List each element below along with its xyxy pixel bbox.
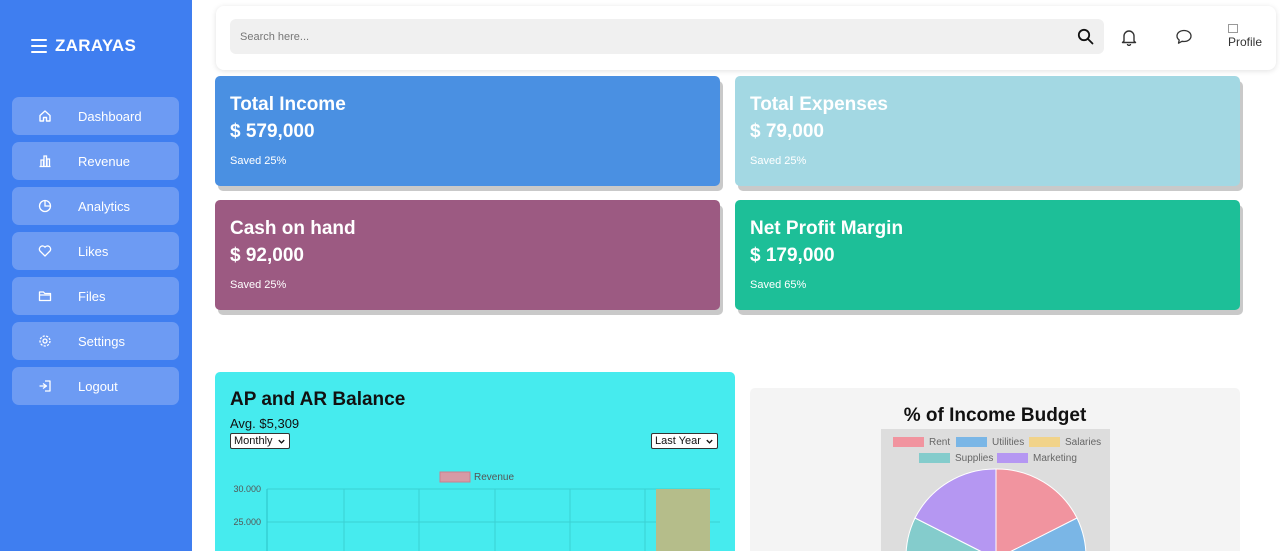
legend-label-revenue: Revenue [474, 472, 514, 483]
search-bar [230, 19, 1104, 54]
legend-swatch-utilities [956, 437, 987, 447]
broken-image-icon [1228, 24, 1238, 33]
hamburger-menu-icon[interactable] [31, 39, 47, 53]
sidebar-item-label: Dashboard [78, 108, 142, 124]
sidebar-item-analytics[interactable]: Analytics [12, 187, 179, 225]
legend-swatch-rent [893, 437, 924, 447]
pie-chart-icon [37, 198, 53, 214]
y-tick-label: 30.000 [233, 484, 261, 494]
legend-swatch-revenue [439, 471, 471, 483]
card-note: Saved 65% [750, 279, 807, 291]
legend-label-marketing: Marketing [1033, 453, 1077, 464]
sidebar-item-label: Likes [78, 243, 109, 259]
sidebar-item-logout[interactable]: Logout [12, 367, 179, 405]
folder-icon [37, 288, 53, 304]
bar-revenue [656, 489, 710, 551]
legend-label-supplies: Supplies [955, 453, 993, 464]
sidebar-item-label: Files [78, 288, 106, 304]
card-total-expenses: Total Expenses $ 79,000 Saved 25% [735, 76, 1240, 186]
search-input[interactable] [230, 19, 1050, 54]
brand: ZARAYAS [31, 36, 136, 56]
ap-ar-panel: AP and AR Balance Avg. $5,309 Monthly La… [215, 372, 735, 551]
card-note: Saved 25% [230, 155, 287, 167]
card-net-profit-margin: Net Profit Margin $ 179,000 Saved 65% [735, 200, 1240, 310]
sidebar: ZARAYAS Dashboard Revenue Analytics Like… [0, 0, 192, 551]
search-icon[interactable] [1077, 28, 1094, 45]
sidebar-item-dashboard[interactable]: Dashboard [12, 97, 179, 135]
income-budget-pie-chart: Rent Utilities Salaries Supplies Marketi… [881, 429, 1110, 551]
legend-label-rent: Rent [929, 437, 950, 448]
income-budget-panel: % of Income Budget Rent Utilities Salari… [750, 388, 1240, 551]
legend-label-utilities: Utilities [992, 437, 1024, 448]
gear-icon [37, 333, 53, 349]
revenue-bar-chart: Revenue 30.000 25.000 [233, 471, 720, 551]
bar-chart-icon [37, 153, 53, 169]
logout-icon [37, 378, 53, 394]
card-note: Saved 25% [750, 155, 807, 167]
card-cash-on-hand: Cash on hand $ 92,000 Saved 25% [215, 200, 720, 310]
panel-title: % of Income Budget [903, 405, 1087, 426]
card-title: Net Profit Margin [750, 218, 904, 239]
card-value: $ 179,000 [750, 245, 835, 266]
legend-label-salaries: Salaries [1065, 437, 1101, 448]
heart-icon [37, 243, 53, 259]
sidebar-item-likes[interactable]: Likes [12, 232, 179, 270]
avatar[interactable]: Profile [1228, 24, 1262, 52]
avatar-alt-text: Profile [1228, 35, 1262, 49]
card-value: $ 79,000 [750, 121, 824, 142]
home-icon [37, 108, 53, 124]
card-note: Saved 25% [230, 279, 287, 291]
card-title: Total Expenses [750, 94, 888, 115]
card-value: $ 579,000 [230, 121, 315, 142]
legend-swatch-salaries [1029, 437, 1060, 447]
chat-icon[interactable] [1175, 28, 1193, 46]
sidebar-item-revenue[interactable]: Revenue [12, 142, 179, 180]
card-title: Total Income [230, 94, 346, 115]
top-bar: Profile [216, 6, 1276, 70]
card-title: Cash on hand [230, 218, 356, 239]
brand-name: ZARAYAS [55, 36, 137, 55]
sidebar-item-files[interactable]: Files [12, 277, 179, 315]
sidebar-item-label: Analytics [78, 198, 131, 214]
legend-swatch-marketing [997, 453, 1028, 463]
bell-icon[interactable] [1120, 28, 1138, 47]
sidebar-item-label: Settings [78, 333, 125, 349]
card-total-income: Total Income $ 579,000 Saved 25% [215, 76, 720, 186]
sidebar-nav: Dashboard Revenue Analytics Likes Files [12, 97, 179, 412]
sidebar-item-label: Logout [78, 378, 118, 394]
sidebar-item-settings[interactable]: Settings [12, 322, 179, 360]
y-tick-label: 25.000 [233, 517, 261, 527]
card-value: $ 92,000 [230, 245, 304, 266]
legend-swatch-supplies [919, 453, 950, 463]
sidebar-item-label: Revenue [78, 153, 131, 169]
